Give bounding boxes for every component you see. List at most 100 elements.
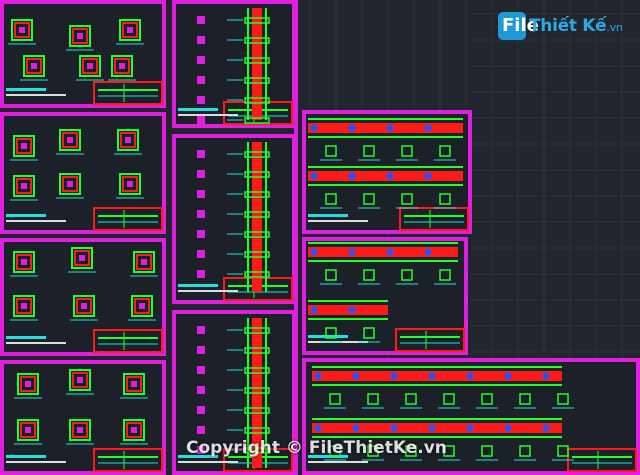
note-text [178,114,238,116]
support-node [386,172,394,180]
section-detail [120,373,148,399]
section-mark [197,346,205,354]
section-core [127,181,133,187]
section-detail [116,173,144,199]
section-detail [10,175,38,201]
section-detail [66,369,94,395]
support-node [348,306,356,314]
section-detail [10,135,38,161]
drawing-sheet [0,0,166,108]
section-core [77,33,83,39]
section-core [139,303,145,309]
section-detail [10,251,38,277]
section-detail [14,373,42,399]
section-mark [197,16,205,24]
section-core [77,377,83,383]
section-core [25,427,31,433]
drawing-sheet [172,134,296,304]
section-mark [197,250,205,258]
note-text [178,290,238,292]
cad-viewport[interactable]: File Thiết Kế.vn Copyright © FileThietKe… [0,0,640,475]
section-detail [56,173,84,199]
section-detail [120,419,148,445]
section-detail [66,25,94,51]
section-detail [76,55,104,81]
support-node [348,248,356,256]
note-text [6,220,66,222]
section-core [19,27,25,33]
beam-rebar [312,423,562,433]
section-mark [197,170,205,178]
note-text [308,461,368,463]
site-logo: File Thiết Kế.vn [498,12,628,40]
support-node [352,424,360,432]
note-text [308,214,348,217]
section-detail [66,419,94,445]
section-mark [197,230,205,238]
section-detail [116,19,144,45]
section-core [21,259,27,265]
note-text [6,88,46,91]
support-node [466,372,474,380]
section-mark [197,270,205,278]
copyright-watermark: Copyright © FileThietKe.vn [186,438,447,458]
support-node [390,424,398,432]
section-detail [108,55,136,81]
section-core [127,27,133,33]
section-mark [197,426,205,434]
section-detail [128,295,156,321]
beam-rebar [308,171,463,181]
note-text [178,284,218,287]
section-mark [197,150,205,158]
support-node [542,424,550,432]
section-detail [56,129,84,155]
section-mark [197,116,205,124]
support-node [352,372,360,380]
support-node [386,124,394,132]
note-text [178,461,238,463]
support-node [504,372,512,380]
section-core [125,137,131,143]
section-core [87,63,93,69]
logo-suffix: .vn [606,21,623,34]
section-core [79,255,85,261]
section-mark [197,406,205,414]
section-core [21,183,27,189]
section-mark [197,386,205,394]
sheet-border-accent [294,0,298,475]
note-text [6,336,46,339]
support-node [348,124,356,132]
support-node [348,172,356,180]
note-text [6,94,66,96]
section-core [31,63,37,69]
logo-badge: File [498,12,539,40]
section-mark [197,56,205,64]
section-detail [20,55,48,81]
section-mark [197,36,205,44]
beam-rebar [308,305,388,315]
beam-rebar [308,123,463,133]
section-detail [10,295,38,321]
section-mark [197,76,205,84]
section-core [67,137,73,143]
section-detail [114,129,142,155]
support-node [310,306,318,314]
note-text [6,342,66,344]
note-text [6,214,46,217]
support-node [466,424,474,432]
support-node [428,424,436,432]
section-detail [68,247,96,273]
section-mark [197,210,205,218]
note-text [6,455,46,458]
section-mark [197,190,205,198]
support-node [424,124,432,132]
section-detail [70,295,98,321]
section-mark [197,326,205,334]
section-core [141,259,147,265]
section-core [131,381,137,387]
section-core [131,427,137,433]
drawing-sheet [172,0,296,128]
section-core [119,63,125,69]
support-node [310,248,318,256]
support-node [310,172,318,180]
